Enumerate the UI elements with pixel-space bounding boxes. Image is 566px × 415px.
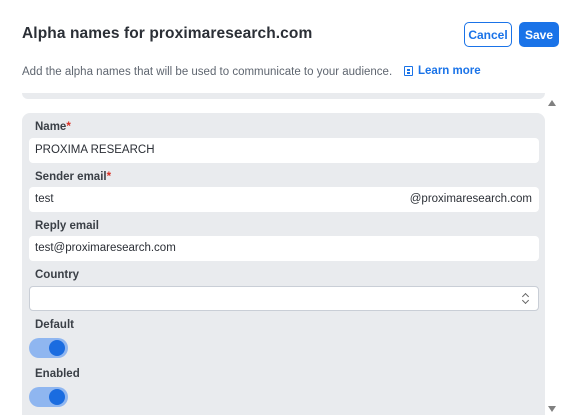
alpha-names-dialog: Alpha names for proximaresearch.com Canc… — [0, 0, 566, 415]
reply-email-input[interactable]: test@proximaresearch.com — [29, 236, 539, 261]
scroll-down-icon[interactable] — [548, 406, 556, 412]
default-toggle[interactable] — [29, 338, 68, 358]
dialog-subtitle: Add the alpha names that will be used to… — [22, 66, 393, 78]
toggle-knob — [49, 389, 65, 405]
enabled-toggle[interactable] — [29, 387, 68, 407]
reply-email-value: test@proximaresearch.com — [35, 242, 176, 254]
reply-email-label: Reply email — [35, 220, 99, 232]
required-mark: * — [66, 121, 71, 133]
sender-email-input[interactable]: test @proximaresearch.com — [29, 187, 539, 212]
name-label: Name* — [35, 121, 71, 133]
chevron-updown-icon — [521, 291, 530, 306]
previous-item-edge — [22, 93, 545, 99]
name-input[interactable]: PROXIMA RESEARCH — [29, 138, 539, 163]
sender-email-label: Sender email* — [35, 171, 112, 183]
save-button[interactable]: Save — [519, 22, 559, 47]
learn-more-label: Learn more — [418, 65, 481, 77]
country-label: Country — [35, 269, 80, 281]
scroll-up-icon[interactable] — [548, 100, 556, 106]
name-value: PROXIMA RESEARCH — [35, 144, 155, 156]
book-icon — [404, 66, 413, 76]
enabled-label: Enabled — [35, 368, 80, 380]
toggle-knob — [49, 340, 65, 356]
default-label: Default — [35, 319, 74, 331]
sender-email-value: test — [35, 193, 54, 205]
dialog-title: Alpha names for proximaresearch.com — [22, 25, 313, 42]
sender-email-domain-suffix: @proximaresearch.com — [409, 193, 532, 205]
required-mark: * — [106, 171, 112, 183]
learn-more-link[interactable]: Learn more — [404, 65, 481, 77]
cancel-button[interactable]: Cancel — [464, 22, 512, 47]
country-select[interactable] — [29, 286, 539, 311]
